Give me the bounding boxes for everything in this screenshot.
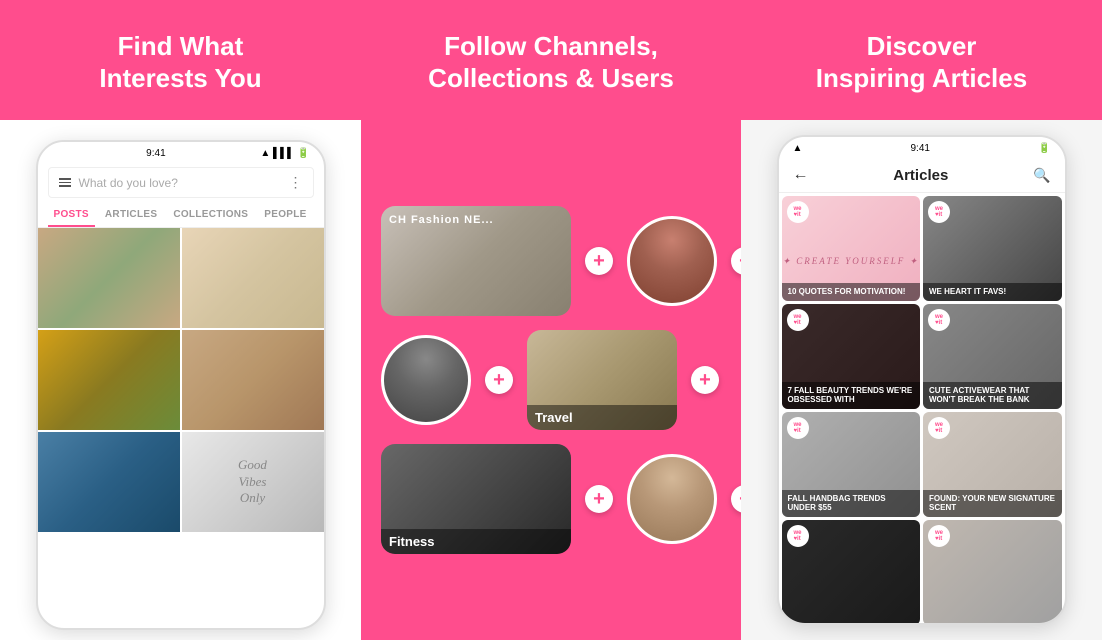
travel-label: Travel	[527, 405, 677, 430]
mountains-plus-button[interactable]: +	[485, 366, 513, 394]
fitness-plus-button[interactable]: +	[585, 485, 613, 513]
grid-cell-6[interactable]: GoodVibesOnly	[182, 432, 324, 532]
article-card-scent[interactable]: we♥it FOUND: YOUR NEW SIGNATURE SCENT	[923, 412, 1062, 517]
tab-articles[interactable]: ARTICLES	[99, 204, 163, 227]
tab-bar: POSTS ARTICLES COLLECTIONS PEOPLE	[38, 204, 324, 228]
panel2-title: Follow Channels, Collections & Users	[428, 30, 674, 95]
article-overlay-3: 7 FALL BEAUTY TRENDS WE'RE OBSESSED WITH	[782, 382, 921, 409]
search-bar[interactable]: What do you love? ⋮	[48, 167, 314, 198]
channel-row-3: Fitness + +	[381, 444, 721, 554]
grid-cell-4[interactable]	[182, 330, 324, 430]
article-text-4: CUTE ACTIVEWEAR THAT WON'T BREAK THE BAN…	[929, 386, 1056, 405]
travel-channel-card[interactable]: Travel	[527, 330, 677, 430]
channels-container: CH Fashion NE... + + + Travel	[381, 206, 721, 554]
panel1-body: 9:41 ▲ ▌▌▌ 🔋 What do you love? ⋮ POSTS A…	[0, 120, 361, 640]
logo-text-6: we♥it	[935, 422, 943, 434]
article-overlay-6: FOUND: YOUR NEW SIGNATURE SCENT	[923, 490, 1062, 517]
fashion-label: CH Fashion NE...	[389, 214, 494, 226]
articles-phone-mockup: ▲ 9:41 🔋 ← Articles 🔍 we♥it ✦ CREATE YOU…	[777, 135, 1067, 625]
article-card-handbag[interactable]: we♥it FALL HANDBAG TRENDS UNDER $55	[782, 412, 921, 517]
article-card-extra1[interactable]: we♥it	[782, 520, 921, 623]
logo-text-3: we♥it	[793, 314, 801, 326]
articles-grid: we♥it ✦ CREATE YOURSELF ✦ 10 QUOTES FOR …	[779, 193, 1065, 623]
panel2-header: Follow Channels, Collections & Users	[361, 0, 741, 120]
article-overlay-4: CUTE ACTIVEWEAR THAT WON'T BREAK THE BAN…	[923, 382, 1062, 409]
fashion-plus-button[interactable]: +	[585, 247, 613, 275]
tab-people[interactable]: PEOPLE	[258, 204, 312, 227]
logo-text-7: we♥it	[793, 530, 801, 542]
fitness-channel-card[interactable]: Fitness	[381, 444, 571, 554]
search-icon[interactable]: 🔍	[1033, 167, 1050, 184]
status-icons: ▲ ▌▌▌ 🔋	[260, 148, 309, 159]
channel-row-2: + Travel +	[381, 330, 721, 430]
article-overlay-1: 10 QUOTES FOR MOTIVATION!	[782, 283, 921, 301]
panel-find-interests: Find What Interests You 9:41 ▲ ▌▌▌ 🔋 Wha…	[0, 0, 361, 640]
logo-text-5: we♥it	[793, 422, 801, 434]
battery-icon: 🔋	[1038, 143, 1050, 154]
wifi-icon: ▲	[793, 143, 803, 154]
girl-circle-3[interactable]	[627, 454, 717, 544]
grid-cell-2[interactable]	[182, 228, 324, 328]
grid-cell-5[interactable]	[38, 432, 180, 532]
status-bar-1: 9:41 ▲ ▌▌▌ 🔋	[38, 142, 324, 163]
status-time-3: 9:41	[910, 143, 929, 154]
girl-circle-2[interactable]	[381, 335, 471, 425]
dots-menu[interactable]: ⋮	[289, 174, 303, 191]
fashion-channel-card[interactable]: CH Fashion NE...	[381, 206, 571, 316]
logo-text-8: we♥it	[935, 530, 943, 542]
articles-nav-title: Articles	[893, 167, 948, 184]
travel-plus-button[interactable]: +	[691, 366, 719, 394]
panel3-title: Discover Inspiring Articles	[816, 30, 1027, 95]
article-text-2: WE HEART IT FAVS!	[929, 287, 1056, 297]
we-heart-it-logo-6: we♥it	[928, 417, 950, 439]
fitness-label: Fitness	[381, 529, 571, 554]
girl-circle-1[interactable]	[627, 216, 717, 306]
phone-mockup-1: 9:41 ▲ ▌▌▌ 🔋 What do you love? ⋮ POSTS A…	[36, 140, 326, 630]
panel3-header: Discover Inspiring Articles	[741, 0, 1102, 120]
good-vibes-text: GoodVibesOnly	[182, 432, 324, 532]
we-heart-it-logo-4: we♥it	[928, 309, 950, 331]
girl-circle-plus-button[interactable]: +	[731, 247, 741, 275]
search-placeholder: What do you love?	[79, 176, 281, 190]
panel-discover-articles: Discover Inspiring Articles ▲ 9:41 🔋 ← A…	[741, 0, 1102, 640]
article-card-create[interactable]: we♥it ✦ CREATE YOURSELF ✦ 10 QUOTES FOR …	[782, 196, 921, 301]
panel2-body: CH Fashion NE... + + + Travel	[361, 120, 741, 640]
logo-text-2: we♥it	[935, 206, 943, 218]
hamburger-icon[interactable]	[59, 178, 71, 187]
we-heart-it-logo-2: we♥it	[928, 201, 950, 223]
grid-cell-1[interactable]	[38, 228, 180, 328]
post-grid: GoodVibesOnly	[38, 228, 324, 628]
panel-follow-channels: Follow Channels, Collections & Users CH …	[361, 0, 741, 640]
we-heart-it-logo-1: we♥it	[787, 201, 809, 223]
article-text-6: FOUND: YOUR NEW SIGNATURE SCENT	[929, 494, 1056, 513]
panel3-body: ▲ 9:41 🔋 ← Articles 🔍 we♥it ✦ CREATE YOU…	[741, 120, 1102, 640]
status-time-1: 9:41	[146, 148, 165, 159]
article-overlay-5: FALL HANDBAG TRENDS UNDER $55	[782, 490, 921, 517]
back-button[interactable]: ←	[793, 166, 809, 184]
logo-text-4: we♥it	[935, 314, 943, 326]
article-text-1: 10 QUOTES FOR MOTIVATION!	[788, 287, 915, 297]
article-text-3: 7 FALL BEAUTY TRENDS WE'RE OBSESSED WITH	[788, 386, 915, 405]
logo-text: we♥it	[793, 206, 801, 218]
grid-cell-3[interactable]	[38, 330, 180, 430]
we-heart-it-logo-8: we♥it	[928, 525, 950, 547]
status-bar-3: ▲ 9:41 🔋	[779, 137, 1065, 158]
article-card-extra2[interactable]: we♥it	[923, 520, 1062, 623]
articles-nav: ← Articles 🔍	[779, 158, 1065, 193]
we-heart-it-logo-7: we♥it	[787, 525, 809, 547]
tab-collections[interactable]: COLLECTIONS	[167, 204, 254, 227]
tab-posts[interactable]: POSTS	[48, 204, 95, 227]
we-heart-it-logo-3: we♥it	[787, 309, 809, 331]
girl3-plus-button[interactable]: +	[731, 485, 741, 513]
panel1-title: Find What Interests You	[99, 30, 261, 95]
article-card-favs[interactable]: we♥it WE HEART IT FAVS!	[923, 196, 1062, 301]
article-overlay-2: WE HEART IT FAVS!	[923, 283, 1062, 301]
channel-row-1: CH Fashion NE... + +	[381, 206, 721, 316]
article-text-5: FALL HANDBAG TRENDS UNDER $55	[788, 494, 915, 513]
article-card-activewear[interactable]: we♥it CUTE ACTIVEWEAR THAT WON'T BREAK T…	[923, 304, 1062, 409]
article-card-beauty[interactable]: we♥it 7 FALL BEAUTY TRENDS WE'RE OBSESSE…	[782, 304, 921, 409]
panel1-header: Find What Interests You	[0, 0, 361, 120]
we-heart-it-logo-5: we♥it	[787, 417, 809, 439]
